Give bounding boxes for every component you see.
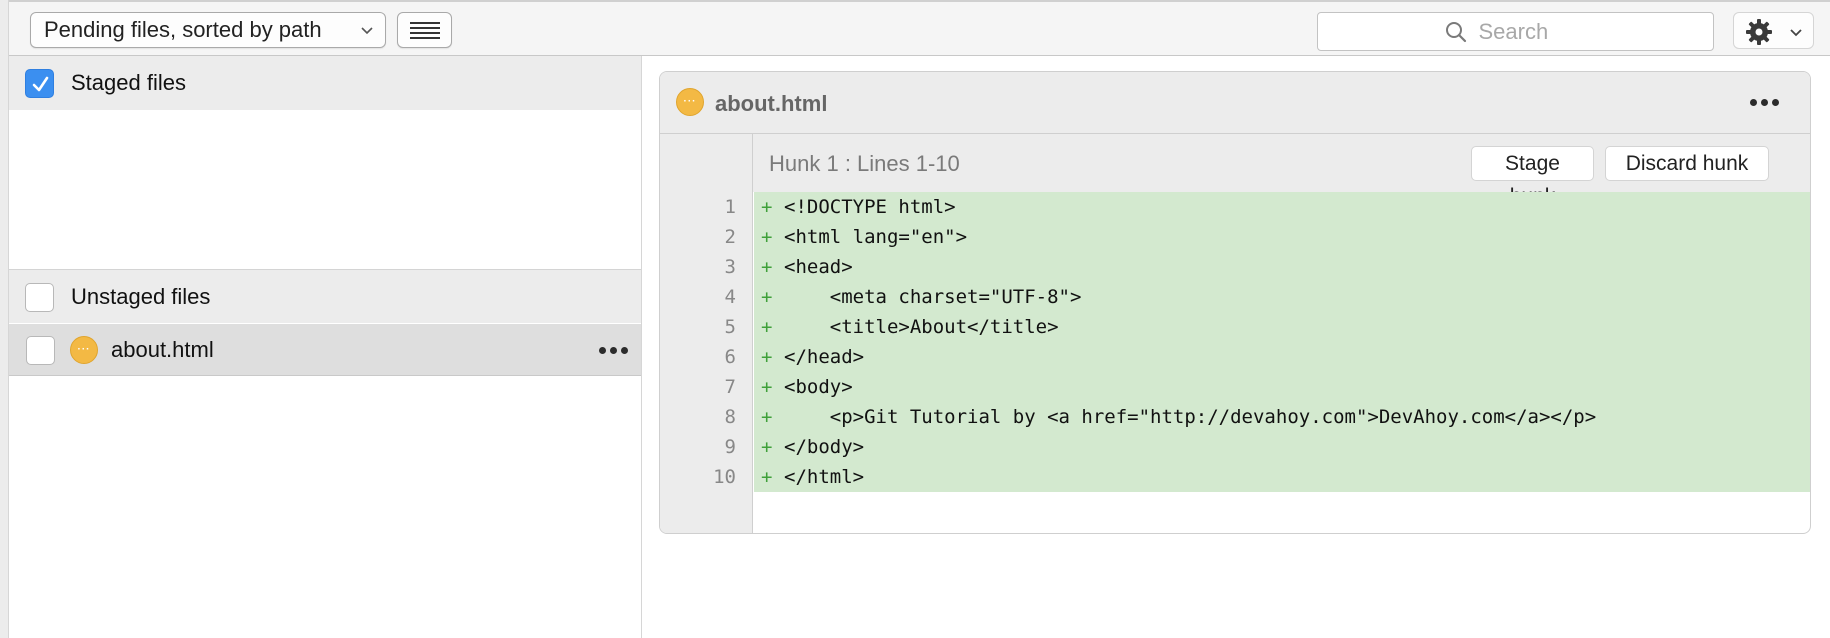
diff-line: 10 + </html>	[660, 462, 1810, 492]
added-marker: +	[761, 466, 773, 488]
modified-status-icon: ···	[70, 336, 98, 364]
line-text: </html>	[784, 466, 865, 488]
file-name: about.html	[111, 337, 214, 362]
diff-line: 1 + <!DOCTYPE html>	[660, 192, 1810, 222]
window-edge	[0, 0, 9, 638]
staged-files-checkbox[interactable]	[25, 69, 54, 98]
line-text: <meta charset="UTF-8">	[784, 286, 1082, 308]
added-marker: +	[761, 286, 773, 308]
diff-line: 4 + <meta charset="UTF-8">	[660, 282, 1810, 312]
modified-status-icon: ···	[676, 88, 704, 116]
staged-files-header: Staged files	[9, 56, 641, 110]
staged-files-label: Staged files	[71, 70, 186, 95]
more-icon[interactable]	[599, 347, 628, 354]
diff-card: ··· about.html Hunk 1 : Lines 1-10 Stage…	[659, 71, 1811, 534]
search-icon	[1445, 21, 1466, 42]
file-checkbox[interactable]	[26, 336, 55, 365]
unstaged-files-checkbox[interactable]	[25, 283, 54, 312]
file-list-panel: Staged files Unstaged files ··· about.ht…	[9, 56, 642, 638]
line-text: <!DOCTYPE html>	[784, 196, 956, 218]
line-number: 7	[724, 376, 736, 398]
sort-popup[interactable]: Pending files, sorted by path	[30, 12, 386, 48]
line-text: </head>	[784, 346, 865, 368]
diff-lines: 1 + <!DOCTYPE html> 2 + <html lang="en"> 3…	[660, 192, 1810, 492]
line-number: 1	[724, 196, 736, 218]
added-marker: +	[761, 376, 773, 398]
line-text: <head>	[784, 256, 853, 278]
unstaged-files-header: Unstaged files	[9, 269, 641, 323]
hunk-title: Hunk 1 : Lines 1-10	[769, 151, 960, 176]
line-text: </body>	[784, 436, 865, 458]
discard-hunk-button[interactable]: Discard hunk	[1605, 146, 1769, 181]
sort-popup-label: Pending files, sorted by path	[44, 17, 322, 42]
line-number: 9	[724, 436, 736, 458]
unstaged-files-label: Unstaged files	[71, 283, 211, 309]
diff-line: 8 + <p>Git Tutorial by <a href="http://d…	[660, 402, 1810, 432]
search-field[interactable]	[1317, 12, 1714, 51]
line-number: 8	[724, 406, 736, 428]
search-input[interactable]	[1476, 17, 1587, 46]
gear-icon	[1746, 19, 1772, 45]
toolbar: Pending files, sorted by path	[0, 0, 1830, 56]
line-number: 4	[724, 286, 736, 308]
settings-button[interactable]	[1733, 12, 1814, 49]
file-row-about-html[interactable]: ··· about.html	[9, 324, 641, 376]
diff-line: 7 + <body>	[660, 372, 1810, 402]
line-text: <body>	[784, 376, 853, 398]
checkmark-icon	[32, 76, 49, 92]
line-text: <title>About</title>	[784, 316, 1059, 338]
hunk-header: Hunk 1 : Lines 1-10 Stage hunk Discard h…	[753, 134, 1810, 208]
added-marker: +	[761, 196, 773, 218]
line-text: <html lang="en">	[784, 226, 968, 248]
diff-line: 2 + <html lang="en">	[660, 222, 1810, 252]
diff-line: 6 + </head>	[660, 342, 1810, 372]
added-marker: +	[761, 256, 773, 278]
line-number: 6	[724, 346, 736, 368]
line-number: 2	[724, 226, 736, 248]
added-marker: +	[761, 226, 773, 248]
line-number: 10	[713, 466, 736, 488]
chevron-down-icon	[361, 27, 373, 35]
line-text: <p>Git Tutorial by <a href="http://devah…	[784, 406, 1597, 428]
diff-header: ··· about.html	[660, 72, 1810, 134]
added-marker: +	[761, 406, 773, 428]
line-number: 5	[724, 316, 736, 338]
diff-line: 3 + <head>	[660, 252, 1810, 282]
added-marker: +	[761, 316, 773, 338]
list-view-button[interactable]	[397, 12, 452, 48]
chevron-down-icon	[1790, 29, 1802, 37]
more-icon[interactable]	[1750, 99, 1779, 106]
added-marker: +	[761, 436, 773, 458]
diff-file-name: about.html	[715, 91, 828, 116]
line-number: 3	[724, 256, 736, 278]
diff-line: 5 + <title>About</title>	[660, 312, 1810, 342]
diff-line: 9 + </body>	[660, 432, 1810, 462]
list-icon	[410, 22, 440, 39]
stage-hunk-button[interactable]: Stage hunk	[1471, 146, 1594, 208]
added-marker: +	[761, 346, 773, 368]
